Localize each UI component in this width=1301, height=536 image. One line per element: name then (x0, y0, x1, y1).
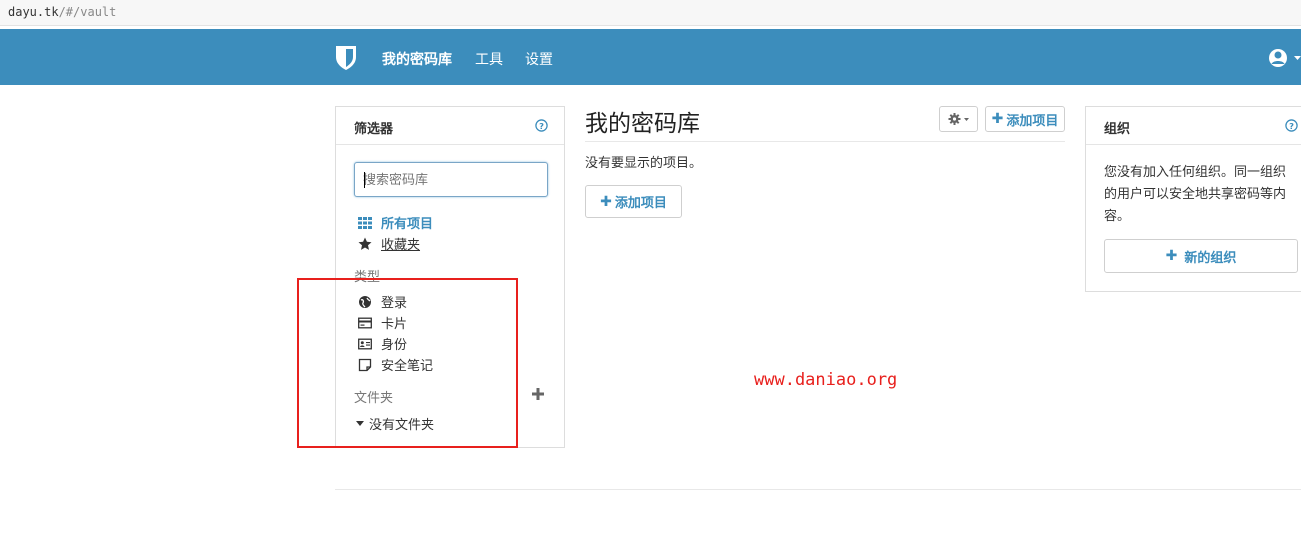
highlight-box (297, 278, 518, 448)
top-navbar: 我的密码库 工具 设置 (0, 29, 1301, 85)
filter-favorites[interactable]: 收藏夹 (358, 234, 420, 253)
gear-icon (948, 113, 969, 125)
add-item-label: 添加项目 (614, 196, 667, 211)
help-icon[interactable]: ? (535, 119, 548, 132)
add-item-label: 添加项目 (1006, 113, 1059, 129)
organizations-description: 您没有加入任何组织。同一组织的用户可以安全地共享密码等内容。 (1104, 165, 1287, 224)
footer-divider (335, 489, 1301, 490)
nav-my-vault[interactable]: 我的密码库 (382, 49, 452, 69)
browser-address-bar[interactable]: dayu.tk/#/vault (0, 0, 1301, 26)
filter-title: 筛选器 (354, 122, 394, 137)
search-input[interactable] (363, 165, 543, 195)
plus-icon: ✚ (600, 193, 612, 210)
add-folder-plus-icon[interactable] (531, 387, 545, 401)
url-text: dayu.tk/#/vault (8, 5, 117, 19)
add-item-button[interactable]: ✚ 添加项目 (585, 185, 682, 218)
filter-all-items[interactable]: 所有项目 (358, 213, 433, 232)
svg-text:?: ? (539, 121, 544, 131)
shield-icon[interactable] (334, 45, 358, 71)
filter-favorites-label: 收藏夹 (381, 238, 421, 253)
new-organization-label: 新的组织 (1184, 250, 1237, 266)
svg-text:?: ? (1289, 121, 1294, 131)
help-icon[interactable]: ? (1285, 119, 1298, 132)
page-title: 我的密码库 (585, 111, 700, 137)
filter-panel-header: 筛选器 ? (336, 107, 564, 145)
plus-icon: ✚ (1165, 248, 1178, 264)
new-organization-button[interactable]: ✚ 新的组织 (1104, 239, 1298, 273)
nav-settings[interactable]: 设置 (525, 49, 553, 69)
user-circle-icon[interactable] (1268, 47, 1301, 69)
title-divider (585, 141, 1065, 142)
organizations-title: 组织 (1104, 122, 1131, 137)
text-caret (364, 172, 365, 188)
organizations-panel: 组织 ? 您没有加入任何组织。同一组织的用户可以安全地共享密码等内容。 ✚ 新的… (1085, 106, 1301, 292)
organizations-panel-header: 组织 ? (1086, 107, 1301, 145)
watermark-text: www.daniao.org (754, 370, 898, 390)
nav-tools[interactable]: 工具 (475, 49, 503, 69)
add-item-button-top[interactable]: ✚ 添加项目 (985, 106, 1065, 132)
filter-all-items-label: 所有项目 (381, 217, 434, 232)
empty-message: 没有要显示的项目。 (585, 156, 703, 171)
search-input-wrapper[interactable] (354, 162, 548, 197)
star-icon (358, 237, 372, 250)
grid-icon (358, 216, 372, 229)
options-dropdown-button[interactable] (939, 106, 978, 132)
plus-icon: ✚ (991, 111, 1004, 127)
